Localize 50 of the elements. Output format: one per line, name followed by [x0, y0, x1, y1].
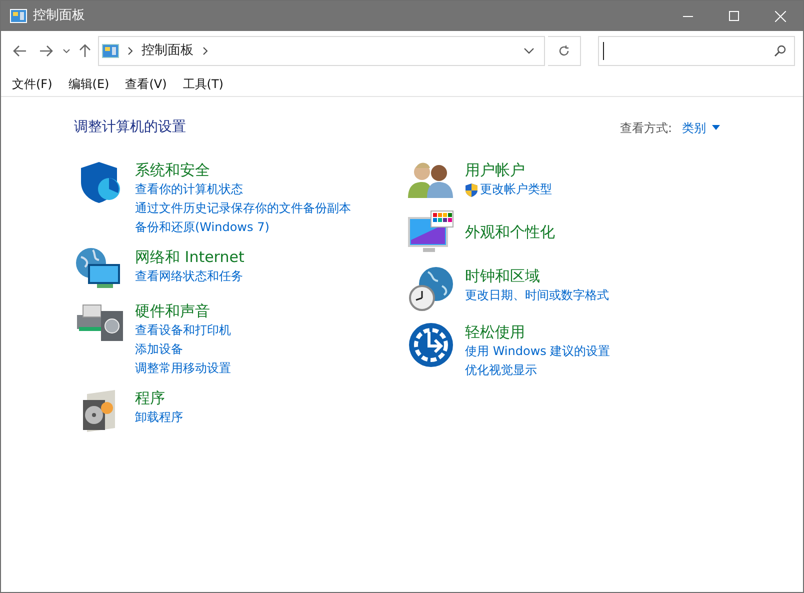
refresh-icon [558, 45, 570, 57]
dropdown-caret-icon [712, 125, 720, 130]
breadcrumb[interactable]: 控制面板 [142, 41, 194, 61]
globe-clock-drawing [408, 266, 454, 312]
page-heading: 调整计算机的设置 [74, 118, 186, 137]
task-link[interactable]: 卸载程序 [135, 408, 183, 427]
category-title[interactable]: 程序 [135, 388, 183, 408]
category-title[interactable]: 系统和安全 [135, 160, 351, 180]
task-link[interactable]: 优化视觉显示 [465, 361, 610, 380]
category-title[interactable]: 网络和 Internet [135, 247, 244, 267]
search-icon [774, 45, 786, 57]
users-drawing [407, 160, 455, 200]
task-link[interactable]: 查看设备和打印机 [135, 321, 231, 340]
dropdown-caret-icon [524, 48, 534, 54]
search-field[interactable] [598, 36, 795, 66]
task-link[interactable]: 查看网络状态和任务 [135, 267, 244, 286]
back-arrow-icon [13, 45, 28, 57]
menu-item[interactable]: 查看(V) [120, 74, 172, 92]
task-link[interactable]: 查看你的计算机状态 [135, 180, 351, 199]
address-bar[interactable]: 控制面板 [98, 36, 545, 66]
chevron-icon [128, 47, 133, 55]
category-title[interactable]: 硬件和声音 [135, 301, 231, 321]
window-title: 控制面板 [33, 7, 85, 26]
task-link[interactable]: 更改日期、时间或数字格式 [465, 286, 609, 305]
task-link[interactable]: 通过文件历史记录保存你的文件备份副本 [135, 199, 351, 218]
category-title[interactable]: 外观和个性化 [465, 222, 555, 242]
task-link[interactable]: 更改帐户类型 [465, 180, 552, 199]
chevron-icon[interactable] [202, 47, 208, 55]
up-arrow-icon [79, 44, 92, 58]
maximize-icon [729, 11, 739, 21]
control-panel-icon [102, 44, 119, 58]
menu-item[interactable]: 工具(T) [178, 74, 228, 92]
control-panel-icon [10, 9, 27, 23]
view-by-dropdown[interactable]: 类别 [682, 118, 720, 136]
task-link[interactable]: 添加设备 [135, 340, 231, 359]
category-title[interactable]: 轻松使用 [465, 322, 610, 342]
caret-icon [63, 49, 70, 53]
task-link[interactable]: 使用 Windows 建议的设置 [465, 342, 610, 361]
close-icon [774, 10, 786, 22]
task-link[interactable]: 备份和还原(Windows 7) [135, 218, 351, 237]
menu-item[interactable]: 编辑(E) [63, 74, 114, 92]
category-title[interactable]: 用户帐户 [465, 160, 552, 180]
menu-item[interactable]: 文件(F) [7, 74, 58, 92]
category-title[interactable]: 时钟和区域 [465, 266, 609, 286]
accessibility-drawing [408, 322, 454, 368]
refresh-button[interactable] [548, 36, 581, 66]
shield-drawing [79, 160, 123, 204]
forward-arrow-icon [39, 45, 54, 57]
view-by-label: 查看方式: [620, 120, 672, 136]
task-link[interactable]: 调整常用移动设置 [135, 359, 231, 378]
